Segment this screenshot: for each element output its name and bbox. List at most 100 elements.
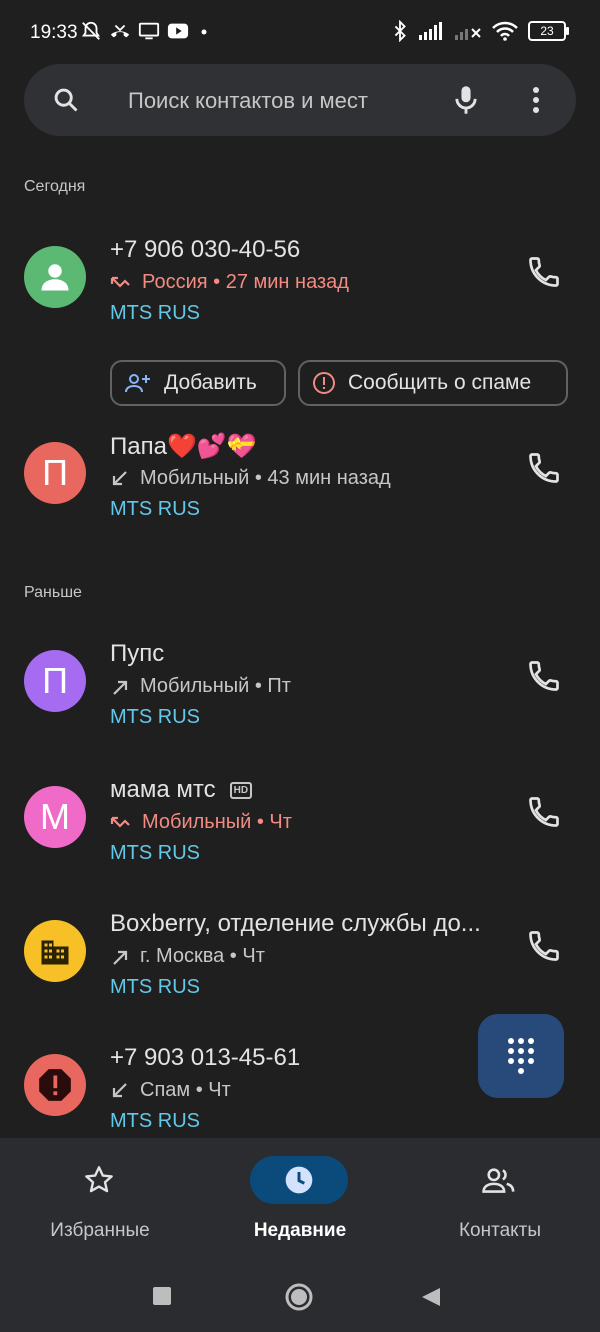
search-icon [54, 88, 78, 112]
business-icon [41, 940, 69, 965]
nav-favorites-icon-wrap [50, 1156, 148, 1204]
call-detail: Мобильный • Пт [110, 675, 291, 698]
more-options-icon[interactable] [524, 84, 548, 116]
monitor-icon [138, 22, 160, 40]
clock-icon [285, 1166, 313, 1194]
search-input[interactable]: Поиск контактов и мест [128, 88, 368, 114]
call-detail-text: Мобильный • Пт [140, 675, 291, 697]
contact-name: мама мтс [110, 776, 216, 803]
avatar: П [24, 650, 86, 712]
back-triangle-icon[interactable] [420, 1286, 442, 1308]
nav-favorites[interactable]: Избранные [0, 1156, 200, 1266]
nav-contacts-label: Контакты [458, 1220, 542, 1241]
bottom-navigation: Избранные Недавние Контакты [0, 1138, 600, 1332]
call-detail-text: Мобильный • 43 мин назад [140, 467, 391, 489]
add-person-icon [125, 374, 150, 393]
recents-square-icon[interactable] [152, 1286, 172, 1306]
dialpad-button[interactable] [478, 1014, 564, 1098]
microphone-icon[interactable] [452, 84, 480, 116]
carrier-label: MTS RUS [110, 706, 200, 728]
bluetooth-icon [394, 20, 406, 42]
contact-name: +7 903 013-45-61 [110, 1044, 301, 1071]
add-contact-button[interactable]: Добавить [110, 360, 286, 406]
avatar [24, 920, 86, 982]
nav-favorites-label: Избранные [50, 1220, 150, 1241]
missed-call-arrow-icon [110, 816, 130, 828]
phone-icon[interactable] [526, 658, 562, 694]
avatar [24, 246, 86, 308]
home-circle-icon[interactable] [284, 1282, 314, 1312]
contact-name: Пупс [110, 640, 165, 667]
alert-icon [313, 372, 335, 394]
avatar-letter: М [40, 796, 70, 837]
signal-icon [419, 22, 442, 40]
call-detail-text: Россия • 27 мин назад [142, 271, 349, 293]
star-icon [85, 1166, 113, 1193]
incoming-call-arrow-icon [112, 470, 127, 485]
call-row[interactable]: +7 906 030-40-56 Россия • 27 мин назад M… [0, 228, 600, 338]
contact-name: Boxberry, отделение службы до... [110, 910, 481, 937]
avatar: П [24, 442, 86, 504]
call-detail: г. Москва • Чт [110, 945, 265, 968]
call-detail: Мобильный • Чт [110, 811, 292, 834]
contact-name-row: мама мтс HD [110, 776, 253, 804]
outgoing-call-arrow-icon [113, 680, 128, 695]
call-detail: Мобильный • 43 мин назад [110, 467, 391, 490]
phone-icon[interactable] [526, 928, 562, 964]
phone-icon[interactable] [526, 794, 562, 830]
nav-recents-icon-wrap [250, 1156, 348, 1204]
avatar-letter: П [42, 452, 68, 493]
call-detail: Спам • Чт [110, 1079, 231, 1102]
contact-name: Папа❤️💕💝 [110, 433, 257, 460]
status-icons-right: 23 [392, 20, 569, 42]
nav-recents[interactable]: Недавние [200, 1156, 400, 1266]
call-row[interactable]: П Папа❤️💕💝 Мобильный • 43 мин назад MTS … [0, 424, 600, 534]
dialpad-icon [508, 1038, 534, 1074]
call-detail-text: Спам • Чт [140, 1079, 231, 1101]
carrier-label: MTS RUS [110, 842, 200, 864]
contact-name: +7 906 030-40-56 [110, 236, 301, 263]
outgoing-call-arrow-icon [113, 950, 128, 965]
hd-badge: HD [229, 781, 253, 799]
avatar: М [24, 786, 86, 848]
signal-off-icon [455, 28, 481, 40]
missed-call-icon [110, 24, 130, 38]
call-detail-text: г. Москва • Чт [140, 945, 265, 967]
status-bar: 19:33 23 [0, 0, 600, 66]
contacts-icon [482, 1168, 515, 1193]
section-earlier: Раньше [24, 584, 82, 601]
avatar-letter: П [42, 660, 68, 701]
section-today: Сегодня [24, 178, 86, 195]
report-spam-label: Сообщить о спаме [348, 371, 532, 394]
nav-recents-label: Недавние [253, 1220, 347, 1241]
person-icon [41, 264, 69, 291]
carrier-label: MTS RUS [110, 498, 200, 520]
system-navigation [0, 1270, 600, 1322]
battery-level: 23 [540, 24, 554, 38]
search-bar[interactable]: Поиск контактов и мест [24, 64, 576, 136]
status-time: 19:33 [30, 22, 78, 43]
carrier-label: MTS RUS [110, 302, 200, 324]
status-icons-left [80, 20, 212, 42]
phone-icon[interactable] [526, 254, 562, 290]
dot-icon [201, 29, 207, 35]
wifi-icon [492, 21, 518, 41]
call-detail-text: Мобильный • Чт [142, 811, 292, 833]
spam-octagon-icon [39, 1069, 71, 1101]
phone-icon[interactable] [526, 450, 562, 486]
call-row[interactable]: М мама мтс HD Мобильный • Чт MTS RUS [0, 768, 600, 878]
incoming-call-arrow-icon [112, 1082, 127, 1097]
carrier-label: MTS RUS [110, 976, 200, 998]
missed-call-arrow-icon [110, 276, 130, 288]
call-row[interactable]: П Пупс Мобильный • Пт MTS RUS [0, 632, 600, 742]
add-contact-label: Добавить [164, 371, 257, 394]
battery-icon: 23 [528, 21, 569, 41]
youtube-icon [167, 23, 189, 39]
call-detail: Россия • 27 мин назад [110, 271, 349, 294]
call-row[interactable]: Boxberry, отделение службы до... г. Моск… [0, 902, 600, 1012]
carrier-label: MTS RUS [110, 1110, 200, 1132]
report-spam-button[interactable]: Сообщить о спаме [298, 360, 568, 406]
avatar [24, 1054, 86, 1116]
nav-contacts[interactable]: Контакты [400, 1156, 600, 1266]
bell-off-icon [81, 21, 101, 40]
